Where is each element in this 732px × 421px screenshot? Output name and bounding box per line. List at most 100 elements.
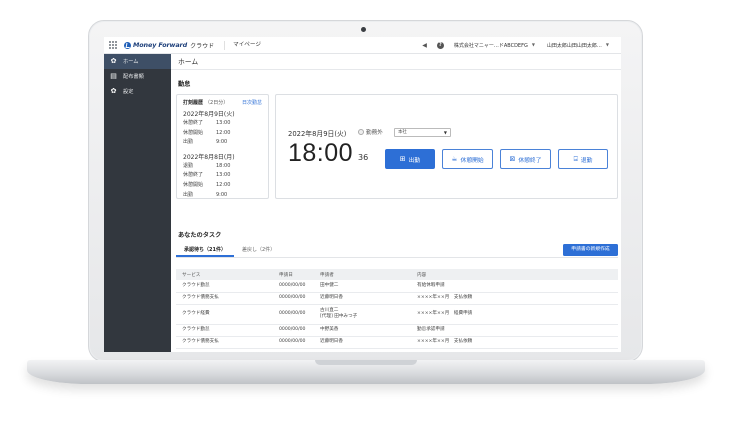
tab-pending-approval[interactable]: 承認待ち（21件） bbox=[176, 244, 234, 257]
cell-applicant: 中野美香 bbox=[314, 324, 411, 337]
column-header: 申請日 bbox=[273, 269, 314, 280]
history-count: （2日分） bbox=[205, 100, 229, 106]
tasks-section-title: あなたのタスク bbox=[178, 232, 222, 239]
sidebar-item-home[interactable]: ✿ ホーム bbox=[104, 54, 171, 69]
cell-content: 有給休暇申請 bbox=[411, 280, 618, 293]
cell-applicant: 近藤明日香 bbox=[314, 292, 411, 305]
off-duty-radio[interactable]: 勤務外 bbox=[358, 128, 383, 136]
table-row[interactable]: クラウド勤怠 0000/00/00 中野美香 勤怠承認申請 bbox=[176, 324, 618, 337]
cell-service: クラウド勤怠 bbox=[176, 280, 273, 293]
sidebar-item-documents[interactable]: ▤ 配布書類 bbox=[104, 69, 171, 84]
gear-icon: ✿ bbox=[110, 57, 117, 65]
break-end-label: 休憩終了 bbox=[518, 157, 542, 164]
chevron-down-icon: ▼ bbox=[443, 130, 447, 135]
cell-date: 0000/00/00 bbox=[273, 304, 314, 325]
camera-dot bbox=[361, 27, 366, 32]
off-duty-label: 勤務外 bbox=[366, 130, 383, 136]
clock-in-button[interactable]: ⊞ 出勤 bbox=[385, 149, 435, 169]
company-name: 株式会社マニャー…ドABCDEFG bbox=[453, 42, 528, 49]
create-application-button[interactable]: 申請書の新規作成 bbox=[563, 244, 618, 256]
cell-service: クラウド勤怠 bbox=[176, 324, 273, 337]
location-select[interactable]: 本社 ▼ bbox=[394, 128, 451, 137]
logo-sub: クラウド bbox=[190, 42, 215, 50]
cell-content: ××××年××月 支払依頼 bbox=[411, 336, 618, 349]
user-name: 山田太郎山田山田太郎… bbox=[546, 42, 602, 49]
proxy-applicant-name: [代理] 田中みつ子 bbox=[320, 314, 358, 319]
radio-icon bbox=[358, 129, 364, 135]
cell-applicant: 田中健二 bbox=[314, 280, 411, 293]
apps-grid-icon[interactable] bbox=[109, 41, 117, 49]
help-icon[interactable]: ? bbox=[436, 41, 444, 49]
cell-applicant: 近藤明日香 bbox=[314, 336, 411, 349]
cell-content: ××××年××月 経費申請 bbox=[411, 304, 618, 325]
chevron-down-icon: ▼ bbox=[605, 41, 609, 47]
time-punch-card: 2022年8月9日(火) 勤務外 本社 ▼ 18:00 36 ⊞ 出勤 ☕ 休憩… bbox=[275, 94, 618, 199]
history-row: 出勤 9:00 bbox=[183, 139, 228, 146]
logo[interactable]: Money Forward クラウド bbox=[124, 41, 214, 50]
logo-text: Money Forward bbox=[133, 41, 188, 49]
break-start-button[interactable]: ☕ 休憩開始 bbox=[442, 149, 493, 169]
location-value: 本社 bbox=[398, 130, 407, 135]
top-bar: Money Forward クラウド マイページ ◀ ? 株式会社マニャー…ドA… bbox=[104, 37, 621, 54]
user-menu[interactable]: 山田太郎山田山田太郎… ▼ bbox=[547, 42, 609, 49]
clock-out-label: 退勤 bbox=[580, 157, 593, 164]
cell-service: クラウド債務支払 bbox=[176, 292, 273, 305]
main-content: ホーム 勤怠 打刻履歴 （2日分） 日次勤怠 2022年8月9日(火) 休憩終了… bbox=[171, 54, 621, 352]
page-title: ホーム bbox=[171, 54, 621, 70]
chevron-down-icon: ▼ bbox=[531, 41, 535, 47]
history-row: 出勤 9:00 bbox=[183, 191, 228, 198]
sidebar-item-label: 設定 bbox=[123, 89, 134, 95]
company-selector[interactable]: 株式会社マニャー…ドABCDEFG ▼ bbox=[454, 42, 535, 49]
table-row[interactable]: クラウド勤怠 0000/00/00 田中健二 有給休暇申請 bbox=[176, 280, 618, 293]
daily-attendance-link[interactable]: 日次勤怠 bbox=[242, 99, 262, 106]
table-row[interactable]: クラウド債務支払 0000/00/00 近藤明日香 ××××年××月 支払依頼 bbox=[176, 336, 618, 349]
attendance-section-title: 勤怠 bbox=[178, 81, 191, 88]
cell-content: ××××年××月 支払依頼 bbox=[411, 292, 618, 305]
clock-out-button[interactable]: ⍈ 退勤 bbox=[558, 149, 608, 169]
history-date: 2022年8月8日(月) bbox=[183, 153, 235, 161]
cell-date: 0000/00/00 bbox=[273, 280, 314, 293]
tab-returned[interactable]: 差戻し（2件） bbox=[234, 244, 283, 257]
current-time: 18:00 bbox=[288, 139, 354, 167]
sidebar-item-label: 配布書類 bbox=[123, 74, 144, 80]
cell-service: クラウド債務支払 bbox=[176, 336, 273, 349]
sidebar-item-label: ホーム bbox=[123, 59, 139, 65]
history-row: 休憩開始 12:00 bbox=[183, 181, 231, 188]
sidebar: ✿ ホーム ▤ 配布書類 ✿ 設定 bbox=[104, 54, 171, 352]
clock-out-icon: ⍈ bbox=[573, 154, 578, 163]
history-row: 休憩終了 13:00 bbox=[183, 120, 231, 126]
gear-icon: ✿ bbox=[110, 87, 117, 95]
laptop-notch bbox=[315, 360, 417, 365]
document-icon: ▤ bbox=[110, 72, 117, 80]
mypage-link[interactable]: マイページ bbox=[224, 40, 261, 50]
history-row: 休憩終了 13:00 bbox=[183, 172, 231, 179]
cell-date: 0000/00/00 bbox=[273, 336, 314, 349]
cell-service: クラウド経費 bbox=[176, 304, 273, 325]
break-end-button[interactable]: ⊠ 休憩終了 bbox=[500, 149, 551, 169]
screen: Money Forward クラウド マイページ ◀ ? 株式会社マニャー…ドA… bbox=[104, 37, 621, 352]
table-header-row: サービス 申請日 申請者 内容 bbox=[176, 269, 618, 280]
punch-history-card: 打刻履歴 （2日分） 日次勤怠 2022年8月9日(火) 休憩終了 13:00 休… bbox=[176, 94, 269, 199]
sidebar-item-settings[interactable]: ✿ 設定 bbox=[104, 84, 171, 99]
column-header: 申請者 bbox=[314, 269, 411, 280]
table-row[interactable]: クラウド経費 0000/00/00 古川直二 [代理] 田中みつ子 ××××年×… bbox=[176, 304, 618, 325]
task-table: サービス 申請日 申請者 内容 クラウド勤怠 0000/00/00 田中健二 有… bbox=[176, 269, 618, 349]
cell-applicant: 古川直二 [代理] 田中みつ子 bbox=[314, 304, 411, 325]
notification-icon[interactable]: ◀ bbox=[422, 42, 427, 49]
break-start-icon: ☕ bbox=[451, 154, 458, 163]
clock-in-icon: ⊞ bbox=[399, 154, 406, 163]
column-header: 内容 bbox=[411, 269, 618, 280]
logo-mark-icon bbox=[124, 41, 131, 49]
clock-in-label: 出勤 bbox=[408, 157, 421, 164]
break-start-label: 休憩開始 bbox=[460, 157, 484, 164]
table-row[interactable]: クラウド債務支払 0000/00/00 近藤明日香 ××××年××月 支払依頼 bbox=[176, 292, 618, 305]
cell-date: 0000/00/00 bbox=[273, 324, 314, 337]
current-date: 2022年8月9日(火) bbox=[288, 130, 347, 138]
history-title: 打刻履歴 bbox=[183, 100, 204, 106]
column-header: サービス bbox=[176, 269, 273, 280]
history-date: 2022年8月9日(火) bbox=[183, 111, 235, 118]
history-row: 休憩開始 12:00 bbox=[183, 129, 231, 136]
cell-date: 0000/00/00 bbox=[273, 292, 314, 305]
break-end-icon: ⊠ bbox=[509, 154, 516, 163]
cell-content: 勤怠承認申請 bbox=[411, 324, 618, 337]
